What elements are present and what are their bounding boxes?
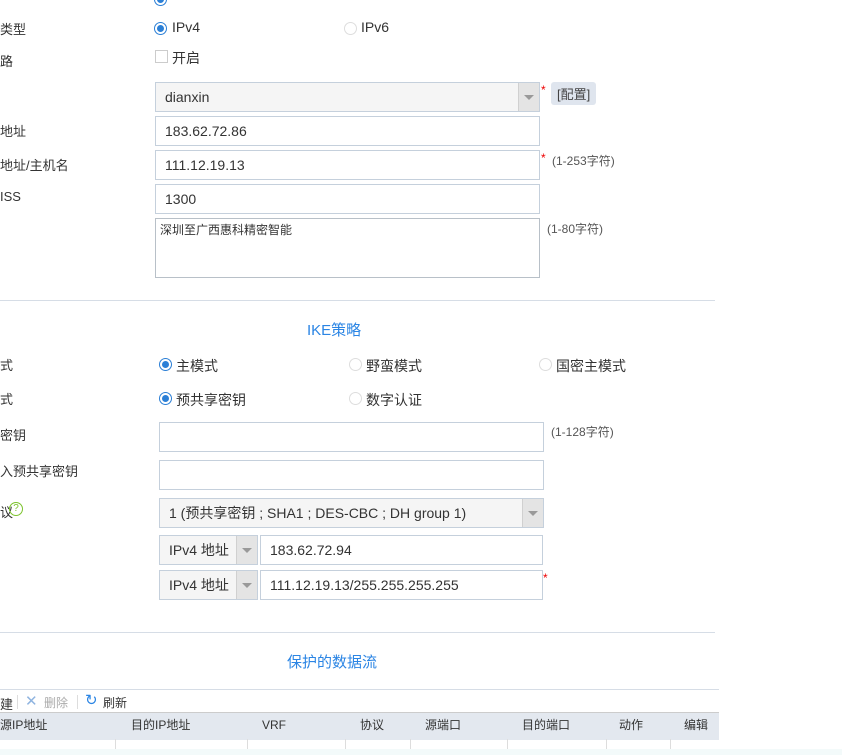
peer-label: 地址/主机名	[0, 158, 69, 173]
psk-confirm-input[interactable]	[159, 460, 544, 490]
psk-radio[interactable]	[159, 392, 172, 405]
local-type-value: IPv4 地址	[169, 542, 229, 558]
link-label: 路	[0, 54, 14, 69]
aggressive-mode-radio[interactable]	[349, 358, 362, 371]
required-marker: *	[541, 151, 546, 165]
mss-label: ISS	[0, 189, 21, 204]
proposal-value: 1 (预共享密钥 ; SHA1 ; DES-CBC ; DH group 1)	[169, 505, 467, 521]
delete-icon: ✕	[25, 693, 38, 710]
flow-toolbar: 建 ✕ 删除 ↻ 刷新	[0, 689, 719, 713]
peer-hint: (1-253字符)	[552, 154, 615, 168]
col-src-port: 源端口	[425, 718, 462, 732]
help-icon[interactable]: ?	[9, 502, 23, 516]
col-protocol: 协议	[360, 718, 385, 732]
local-id-input[interactable]: 183.62.72.94	[260, 535, 543, 565]
divider	[0, 632, 715, 633]
mss-input[interactable]: 1300	[155, 184, 540, 214]
config-button[interactable]: [配置]	[551, 82, 597, 105]
line-value: dianxin	[165, 89, 210, 105]
remote-type-value: IPv4 地址	[169, 577, 229, 593]
cert-radio[interactable]	[349, 392, 362, 405]
separator	[17, 695, 18, 709]
chevron-down-icon	[518, 83, 539, 111]
refresh-icon: ↻	[85, 692, 98, 709]
ipv4-label: IPv4	[172, 19, 201, 35]
psk-confirm-label: 入预共享密钥	[0, 464, 79, 479]
col-action: 动作	[619, 718, 644, 732]
cutoff-radio[interactable]	[154, 0, 167, 6]
ip-type-label: 类型	[0, 22, 27, 37]
enable-checkbox[interactable]	[155, 50, 168, 63]
chevron-down-icon	[236, 536, 257, 564]
local-addr-input[interactable]: 183.62.72.86	[155, 116, 540, 146]
psk-hint: (1-128字符)	[551, 425, 614, 439]
required-marker: *	[543, 571, 548, 585]
auth-label: 式	[0, 392, 14, 407]
ipv6-label: IPv6	[361, 19, 390, 35]
new-button[interactable]: 建	[0, 694, 13, 713]
delete-button[interactable]: 删除	[44, 694, 68, 711]
refresh-button[interactable]: 刷新	[103, 694, 127, 711]
ike-section-title: IKE策略	[307, 322, 362, 339]
required-marker: *	[541, 83, 546, 97]
desc-hint: (1-80字符)	[547, 222, 604, 236]
line-select[interactable]: dianxin	[155, 82, 540, 112]
col-dst-port: 目的端口	[522, 718, 571, 732]
remote-type-select[interactable]: IPv4 地址	[159, 570, 258, 600]
divider	[0, 300, 715, 301]
main-mode-radio[interactable]	[159, 358, 172, 371]
ipv6-radio[interactable]	[344, 22, 357, 35]
peer-input[interactable]: 111.12.19.13	[155, 150, 540, 180]
psk-radio-label: 预共享密钥	[176, 392, 246, 408]
col-dst-ip: 目的IP地址	[131, 718, 191, 732]
proposal-select[interactable]: 1 (预共享密钥 ; SHA1 ; DES-CBC ; DH group 1)	[159, 498, 544, 528]
cert-radio-label: 数字认证	[366, 392, 422, 408]
aggressive-mode-label: 野蛮模式	[366, 358, 422, 374]
ipv4-radio[interactable]	[154, 22, 167, 35]
main-mode-label: 主模式	[176, 358, 218, 374]
flow-section-title: 保护的数据流	[287, 654, 378, 671]
chevron-down-icon	[236, 571, 257, 599]
local-addr-label: 地址	[0, 124, 27, 139]
sm-main-mode-radio[interactable]	[539, 358, 552, 371]
col-src-ip: 源IP地址	[0, 718, 48, 732]
remote-id-input[interactable]: 111.12.19.13/255.255.255.255	[260, 570, 543, 600]
col-edit: 编辑	[684, 718, 709, 732]
separator	[77, 695, 78, 709]
chevron-down-icon	[522, 499, 543, 527]
mode-label: 式	[0, 358, 14, 373]
psk-label: 密钥	[0, 428, 27, 443]
sm-main-mode-label: 国密主模式	[556, 358, 626, 374]
col-vrf: VRF	[262, 718, 286, 732]
bottom-bar	[0, 749, 842, 755]
enable-label: 开启	[172, 50, 200, 66]
local-type-select[interactable]: IPv4 地址	[159, 535, 258, 565]
psk-input[interactable]	[159, 422, 544, 452]
description-textarea[interactable]: 深圳至广西惠科精密智能	[155, 218, 540, 278]
